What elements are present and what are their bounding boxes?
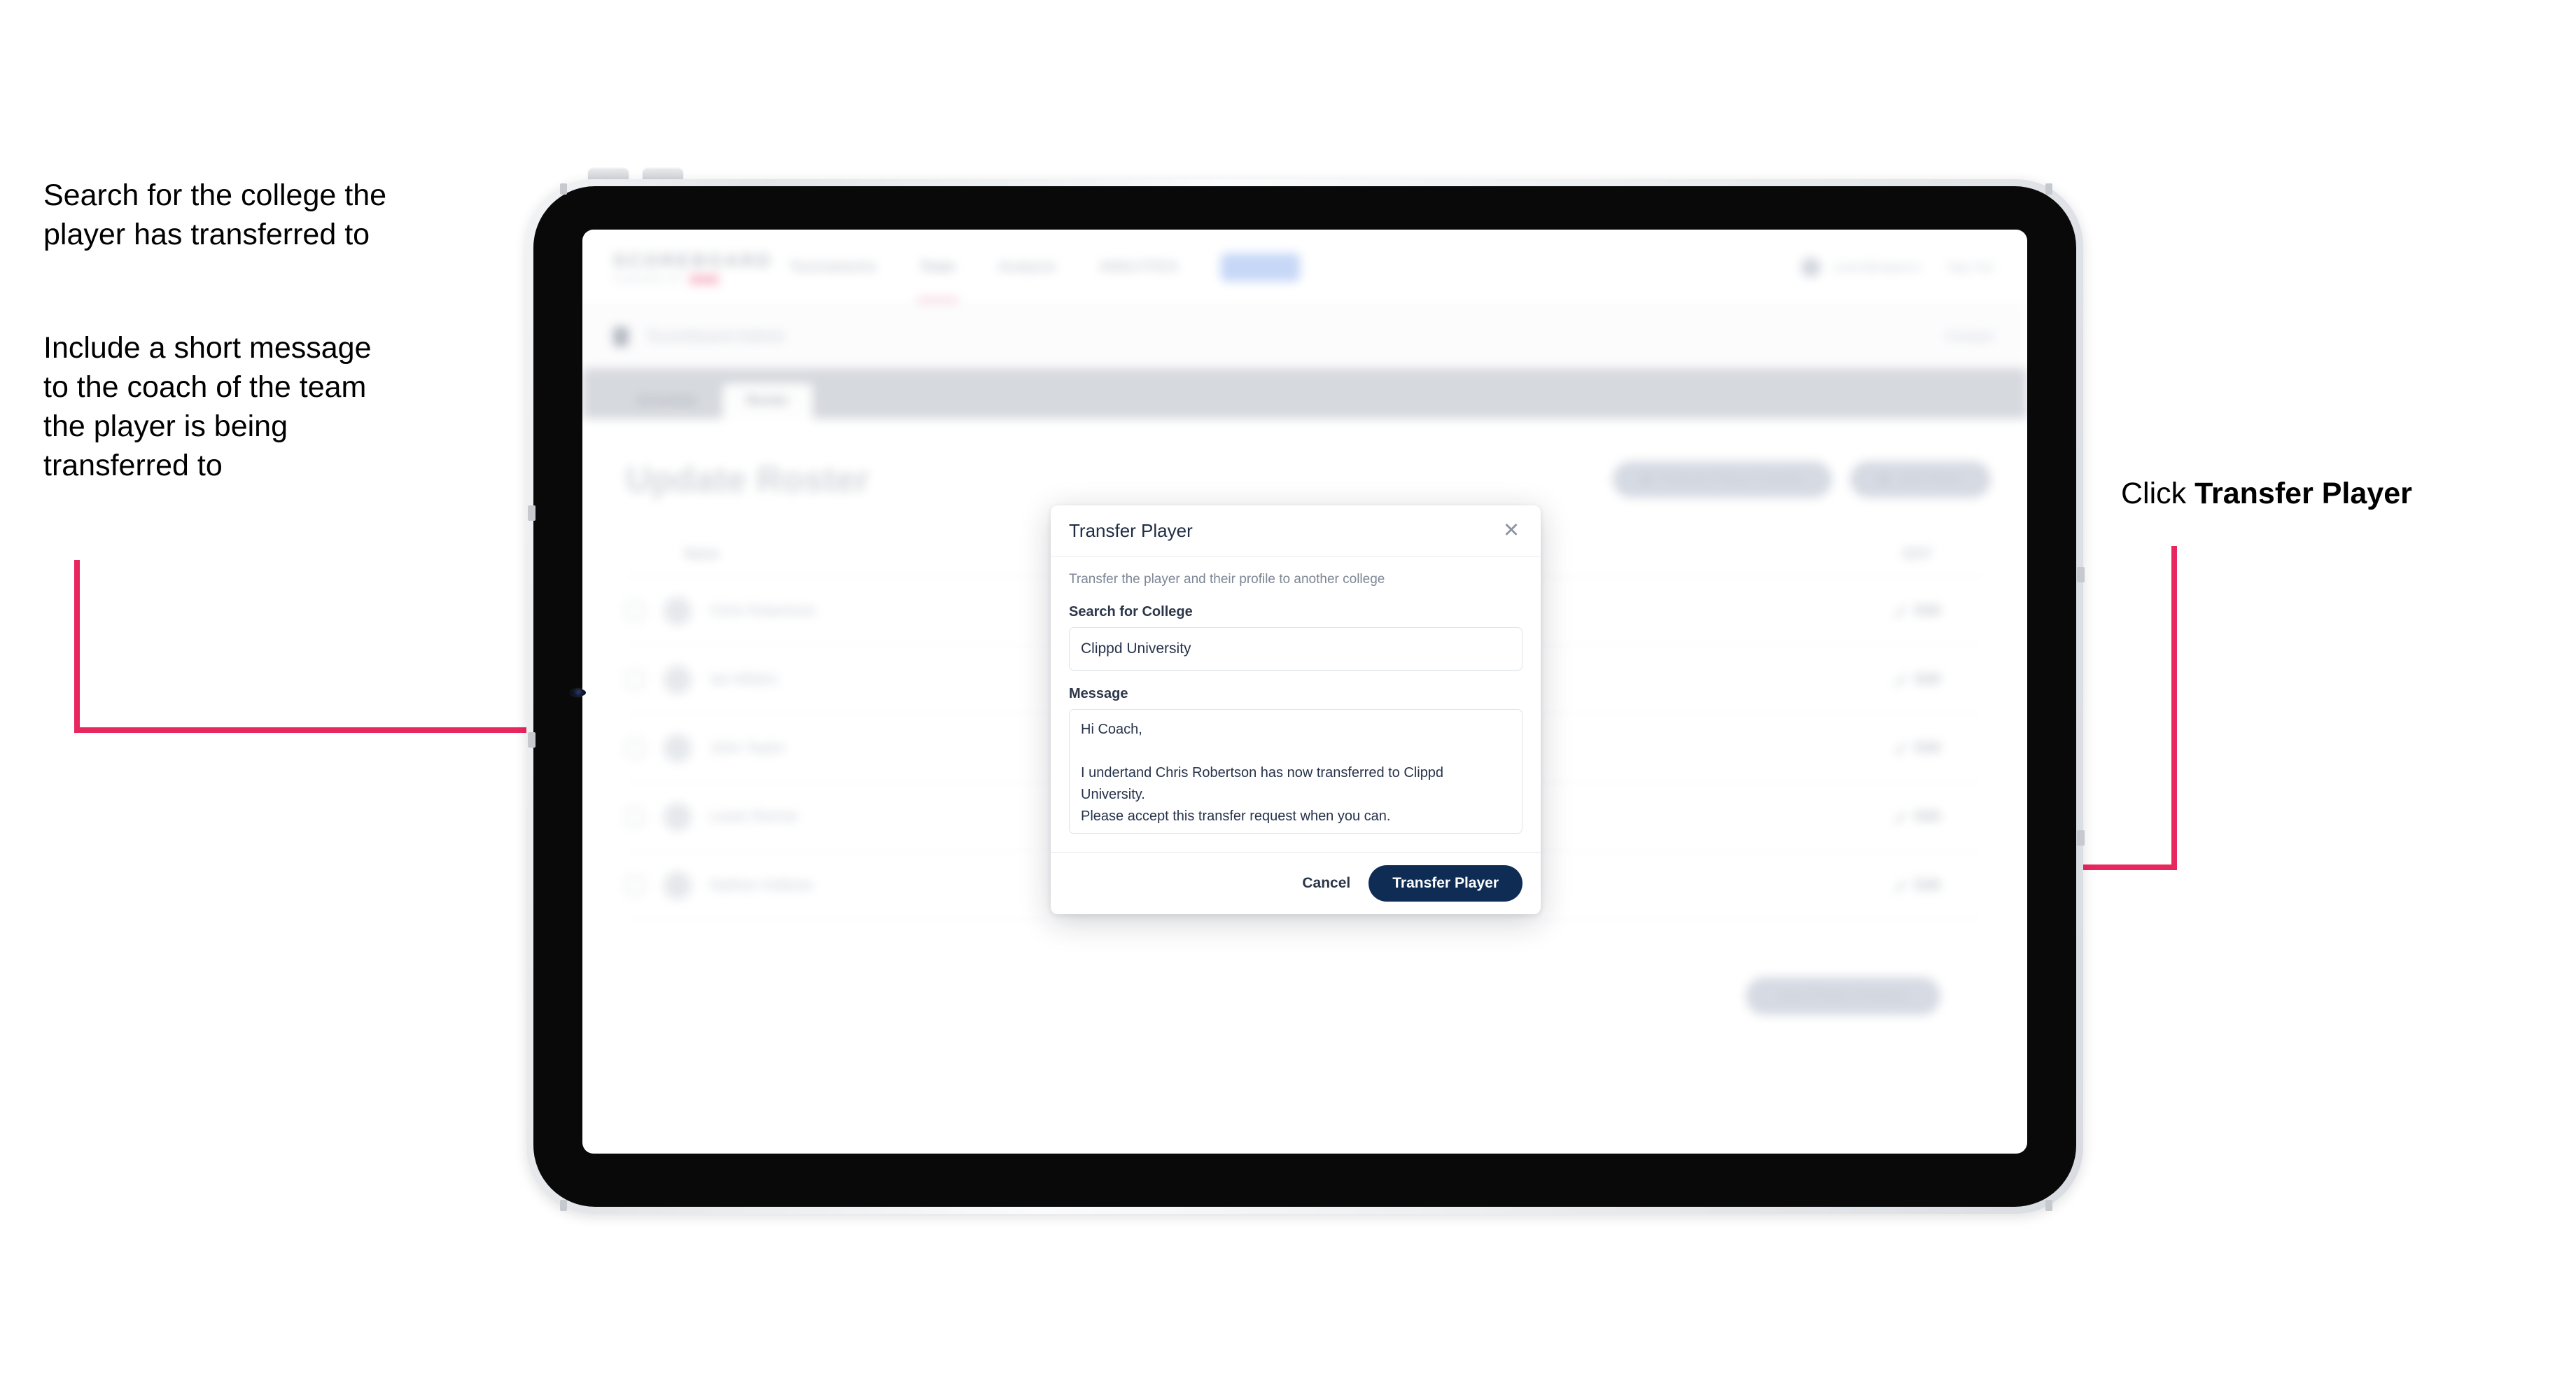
top-navigation-bar: SCOREBOARD POWERED BY Tournaments Team A… [582,230,2027,305]
breadcrumb-bar: Scoreboard Admin Contact [582,305,2027,368]
logo-powered-by: POWERED BY [613,274,685,284]
logo-subtext-row: POWERED BY [613,274,746,284]
edit-player-link[interactable]: Edit [1894,672,1940,687]
message-label: Message [1069,686,1128,701]
save-row: Save Roster Changes [626,920,1984,1015]
antenna-line-right-upper [2077,567,2085,582]
edit-label: Edit [1915,603,1940,618]
dialog-footer: Cancel Transfer Player [1051,852,1541,914]
annotation-click-transfer-player: Click Transfer Player [2121,475,2569,514]
pencil-icon [1894,878,1907,892]
breadcrumb: Scoreboard Admin [647,327,785,346]
breadcrumb-icon [613,327,629,346]
column-header-edit: EDIT [1903,547,1932,561]
add-player-label: Add Player [1898,472,1963,486]
transfer-player-button[interactable]: Transfer Player [1368,865,1522,902]
request-player-transfer-button[interactable]: Request Player Transfer [1613,461,1833,498]
tab-strip: Schedule Roster [582,368,2027,419]
nav-item-tournaments[interactable]: Tournaments [790,260,876,275]
add-player-button[interactable]: Add Player [1850,461,1991,498]
row-checkbox[interactable] [626,738,644,757]
plus-icon [1878,474,1890,485]
player-avatar [664,734,692,762]
pencil-icon [1894,810,1907,823]
edit-player-link[interactable]: Edit [1894,603,1940,619]
dialog-header: Transfer Player ✕ [1051,505,1541,556]
player-name: Lewis Rennie [710,808,799,825]
pencil-icon [1894,604,1907,617]
edit-label: Edit [1915,740,1940,755]
pencil-icon [1894,673,1907,686]
antenna-line-left-lower [528,732,536,748]
page-action-buttons: Request Player Transfer Add Player [1613,461,1991,498]
player-avatar [664,596,692,625]
search-college-label: Search for College [1069,604,1193,620]
dialog-title: Transfer Player [1069,519,1193,541]
breadcrumb-action[interactable]: Contact [1945,329,1994,345]
page-header: Update Roster Request Player Transfer Ad… [582,419,2027,500]
transfer-icon [1641,474,1653,485]
tab-schedule[interactable]: Schedule [613,384,720,419]
edit-player-link[interactable]: Edit [1894,878,1940,893]
logo-clippd-badge [690,274,720,284]
antenna-line-bottom-right [2045,1200,2052,1211]
row-checkbox[interactable] [626,876,644,895]
request-player-transfer-label: Request Player Transfer [1660,472,1805,486]
nav-item-analytics[interactable]: ANALYTICS [1100,260,1177,275]
front-camera-icon [570,689,586,696]
breadcrumb-suffix: Admin [734,327,785,346]
user-email: coach@clippd.io [1833,260,1921,274]
antenna-line-left-upper [528,505,536,521]
app-logo[interactable]: SCOREBOARD POWERED BY [613,250,773,284]
nav-item-analysis[interactable]: Analysis [999,260,1056,275]
player-name: Nathan Hollows [710,876,813,893]
nav-links: Tournaments Team Analysis ANALYTICS Rost… [790,253,1300,302]
edit-label: Edit [1915,671,1940,687]
nav-item-roster[interactable]: Roster [1221,253,1300,281]
sign-out-link[interactable]: Sign Out [1947,260,1994,274]
antenna-line-right-lower [2077,830,2085,846]
save-roster-changes-button[interactable]: Save Roster Changes [1746,977,1940,1015]
dialog-subtitle: Transfer the player and their profile to… [1069,572,1385,587]
transfer-player-dialog: Transfer Player ✕ Transfer the player an… [1051,505,1541,914]
annotation-search-college: Search for the college the player has tr… [43,178,387,251]
nav-item-team[interactable]: Team [917,260,958,302]
annotation-click-prefix: Click [2121,477,2195,510]
row-checkbox[interactable] [626,807,644,826]
edit-label: Edit [1915,808,1940,824]
annotation-include-message: Include a short message to the coach of … [43,331,372,482]
logo-text: SCOREBOARD [613,250,773,271]
player-avatar [664,871,692,899]
page-title: Update Roster [626,460,870,499]
annotation-click-bold: Transfer Player [2194,477,2412,510]
pencil-icon [1894,741,1907,755]
antenna-line-top-right [2045,183,2052,195]
antenna-line-bottom-left [560,1200,567,1211]
player-name: Chris Robertson [710,602,816,619]
nav-user-area: coach@clippd.io Sign Out [1800,257,1994,277]
tab-roster[interactable]: Roster [722,384,813,419]
player-avatar [664,665,692,694]
avatar[interactable] [1800,257,1821,277]
close-icon[interactable]: ✕ [1500,519,1522,542]
antenna-line-top-left [560,183,567,195]
edit-player-link[interactable]: Edit [1894,741,1940,756]
row-checkbox[interactable] [626,670,644,689]
search-college-input[interactable]: Clippd University [1069,627,1522,671]
field-spacer [1069,671,1522,686]
player-name: Ian Mildon [710,671,778,687]
row-checkbox[interactable] [626,601,644,620]
edit-label: Edit [1915,877,1940,892]
player-avatar [664,802,692,831]
message-textarea[interactable]: Hi Coach, I undertand Chris Robertson ha… [1069,709,1522,834]
breadcrumb-title: Scoreboard [647,327,734,346]
edit-player-link[interactable]: Edit [1894,809,1940,825]
screenshot-canvas: Search for the college the player has tr… [0,0,2576,1386]
column-header-name: Name [685,547,720,561]
player-name: John Taylor [710,739,785,756]
cancel-button[interactable]: Cancel [1302,875,1350,892]
dialog-body: Transfer the player and their profile to… [1051,556,1541,852]
